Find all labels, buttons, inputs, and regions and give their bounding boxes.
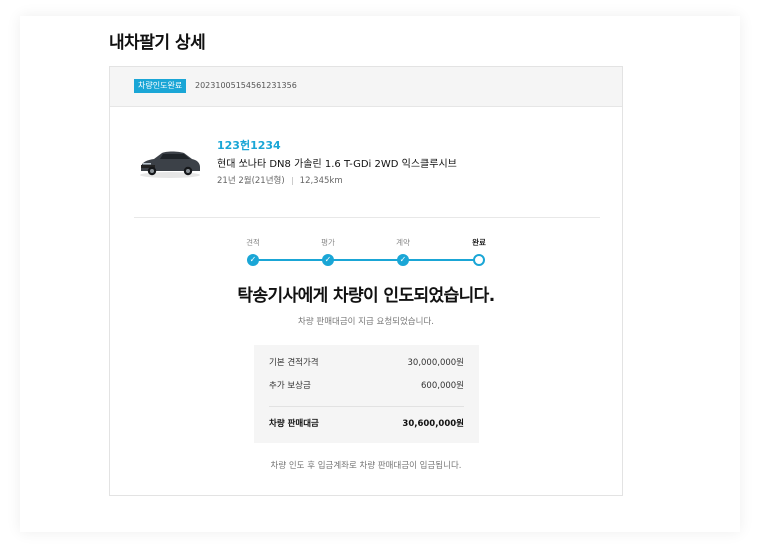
payment-footnote: 차량 인도 후 입금계좌로 차량 판매대금이 입금됩니다.	[270, 461, 462, 471]
base-price-value: 30,000,000원	[407, 358, 465, 368]
step-label-complete: 완료	[472, 238, 486, 247]
price-divider	[269, 406, 464, 407]
vehicle-meta: 21년 2월(21년형) 12,345km	[217, 174, 343, 186]
price-summary: 기본 견적가격 30,000,000원 추가 보상금 600,000원 차량 판…	[254, 345, 479, 443]
vehicle-mileage: 12,345km	[299, 176, 343, 186]
status-badge: 차량인도완료	[134, 79, 187, 93]
check-icon: ✓	[322, 254, 334, 266]
vehicle-registration: 21년 2월(21년형)	[217, 176, 285, 186]
total-price-label: 차량 판매대금	[269, 419, 319, 429]
extra-price-row: 추가 보상금 600,000원	[269, 379, 464, 393]
extra-price-label: 추가 보상금	[269, 381, 311, 391]
base-price-label: 기본 견적가격	[269, 358, 319, 368]
meta-divider	[291, 176, 293, 185]
step-label-estimate: 견적	[246, 238, 260, 247]
progress-line	[253, 259, 479, 261]
check-icon: ✓	[397, 254, 409, 266]
completion-headline: 탁송기사에게 차량이 인도되었습니다.	[237, 286, 495, 306]
total-price-value: 30,600,000원	[402, 419, 464, 429]
step-label-contract: 계약	[396, 238, 410, 247]
step-label-evaluation: 평가	[321, 238, 335, 247]
check-icon: ✓	[247, 254, 259, 266]
completion-subline: 차량 판매대금이 지급 요청되었습니다.	[298, 317, 434, 327]
order-header: 차량인도완료 20231005154561231356	[110, 67, 622, 107]
total-price-row: 차량 판매대금 30,600,000원	[269, 417, 464, 431]
order-detail-card: 차량인도완료 20231005154561231356 123헌1234 현대 …	[109, 66, 623, 496]
car-thumbnail	[140, 151, 200, 178]
order-number: 20231005154561231356	[195, 81, 297, 90]
vehicle-model: 현대 쏘나타 DN8 가솔린 1.6 T-GDi 2WD 익스클루시브	[217, 159, 457, 170]
current-step-icon	[473, 254, 485, 266]
page-title: 내차팔기 상세	[109, 33, 206, 53]
vehicle-plate: 123헌1234	[217, 139, 281, 152]
base-price-row: 기본 견적가격 30,000,000원	[269, 356, 464, 370]
extra-price-value: 600,000원	[421, 381, 464, 391]
section-divider	[134, 217, 600, 218]
